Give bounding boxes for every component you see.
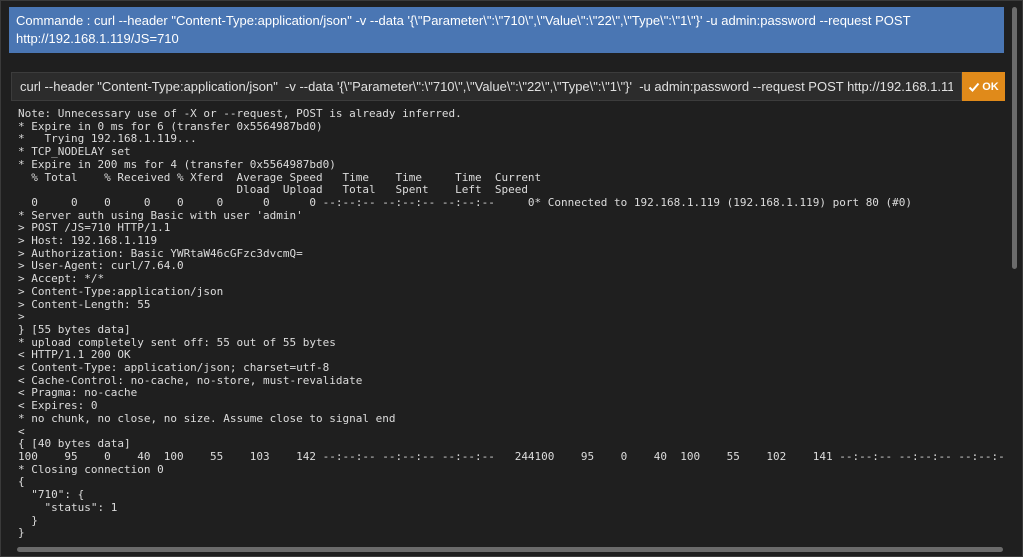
output-line: > Host: 192.168.1.119 bbox=[18, 234, 158, 248]
output-line: > Content-Length: 55 bbox=[18, 297, 151, 311]
output-line: * Expire in 200 ms for 4 (transfer 0x556… bbox=[18, 157, 336, 171]
output-line: * Trying 192.168.1.119... bbox=[18, 132, 197, 146]
check-icon bbox=[969, 82, 980, 92]
command-row: OK bbox=[11, 72, 1005, 101]
output-line: < bbox=[18, 424, 25, 438]
output-line: Dload Upload Total Spent Left Speed bbox=[18, 183, 528, 197]
output-line: > POST /JS=710 HTTP/1.1 bbox=[18, 221, 171, 235]
output-line: < Content-Type: application/json; charse… bbox=[18, 361, 330, 375]
output-line: * Expire in 0 ms for 6 (transfer 0x55649… bbox=[18, 119, 323, 133]
output-line: } bbox=[18, 513, 38, 527]
ok-button-label: OK bbox=[982, 80, 999, 93]
output-text: Note: Unnecessary use of -X or --request… bbox=[11, 107, 1005, 540]
vertical-scrollbar-thumb[interactable] bbox=[1012, 7, 1017, 269]
output-line: < Expires: 0 bbox=[18, 399, 98, 413]
output-line: "710": { bbox=[18, 488, 85, 502]
output-line: * Server auth using Basic with user 'adm… bbox=[18, 208, 303, 222]
ok-button[interactable]: OK bbox=[962, 72, 1005, 101]
output-line: > Accept: */* bbox=[18, 272, 105, 286]
output-line: < Cache-Control: no-cache, no-store, mus… bbox=[18, 373, 363, 387]
window-title: Commande : curl --header "Content-Type:a… bbox=[16, 13, 911, 46]
command-window: Commande : curl --header "Content-Type:a… bbox=[0, 0, 1023, 557]
output-line: % Total % Received % Xferd Average Speed… bbox=[18, 170, 542, 184]
output-line: { bbox=[18, 475, 25, 489]
output-line: * Closing connection 0 bbox=[18, 462, 164, 476]
output-line: } bbox=[18, 526, 25, 540]
output-line: < HTTP/1.1 200 OK bbox=[18, 348, 131, 362]
title-bar: Commande : curl --header "Content-Type:a… bbox=[9, 7, 1004, 53]
output-line: { [40 bytes data] bbox=[18, 437, 131, 451]
output-line: * upload completely sent off: 55 out of … bbox=[18, 335, 336, 349]
vertical-scrollbar[interactable] bbox=[1009, 7, 1019, 546]
output-line: * no chunk, no close, no size. Assume cl… bbox=[18, 411, 396, 425]
output-line: "status": 1 bbox=[18, 500, 118, 514]
output-line: > Content-Type:application/json bbox=[18, 284, 224, 298]
output-line: < Pragma: no-cache bbox=[18, 386, 138, 400]
output-line: * TCP_NODELAY set bbox=[18, 145, 131, 159]
horizontal-scrollbar-thumb[interactable] bbox=[17, 547, 1003, 552]
output-line: > bbox=[18, 310, 25, 324]
output-line: 0 0 0 0 0 0 0 0 --:--:-- --:--:-- --:--:… bbox=[18, 195, 913, 209]
command-input[interactable] bbox=[11, 72, 962, 101]
command-output: Note: Unnecessary use of -X or --request… bbox=[11, 107, 1005, 545]
output-line: Note: Unnecessary use of -X or --request… bbox=[18, 107, 462, 120]
horizontal-scrollbar[interactable] bbox=[11, 545, 1005, 554]
output-line: > User-Agent: curl/7.64.0 bbox=[18, 259, 184, 273]
output-line: } [55 bytes data] bbox=[18, 322, 131, 336]
output-line: > Authorization: Basic YWRtaW46cGFzc3dvc… bbox=[18, 246, 303, 260]
output-line: 100 95 0 40 100 55 103 142 --:--:-- --:-… bbox=[18, 449, 1005, 463]
